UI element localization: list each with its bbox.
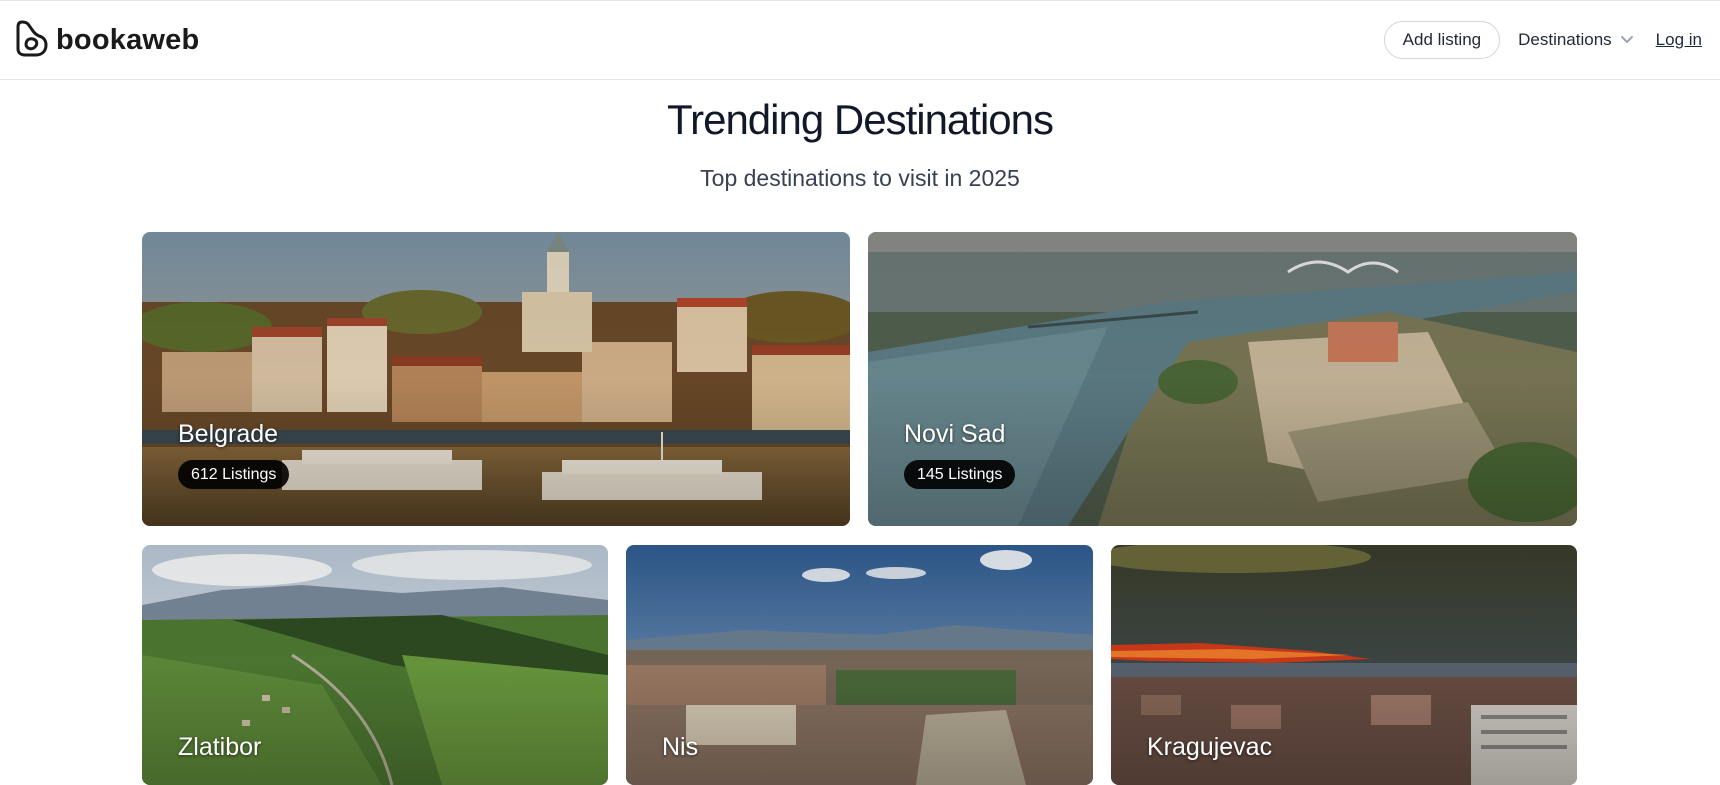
chevron-down-icon <box>1620 30 1634 50</box>
page-subtitle: Top destinations to visit in 2025 <box>700 165 1020 191</box>
city-name: Zlatibor <box>178 733 262 761</box>
city-name: Kragujevac <box>1147 733 1273 761</box>
brand-name: bookaweb <box>56 23 200 56</box>
city-name: Novi Sad <box>904 420 1006 448</box>
listings-badge: 612 Listings <box>178 460 290 489</box>
destination-card-nis[interactable]: Nis <box>626 545 1093 785</box>
bookaweb-logo-icon <box>16 19 48 62</box>
city-name: Nis <box>662 733 699 761</box>
destination-card-novi-sad[interactable]: Novi Sad 145 Listings <box>868 232 1577 526</box>
add-listing-button[interactable]: Add listing <box>1383 21 1501 59</box>
page-title: Trending Destinations <box>667 96 1054 143</box>
destinations-dropdown[interactable]: Destinations <box>1518 30 1634 50</box>
city-name: Belgrade <box>178 420 279 448</box>
header-nav: Add listing Destinations Log in <box>1383 21 1702 59</box>
login-link[interactable]: Log in <box>1656 30 1702 50</box>
destination-card-zlatibor[interactable]: Zlatibor <box>142 545 608 785</box>
destination-card-kragujevac[interactable]: Kragujevac <box>1111 545 1577 785</box>
destination-card-belgrade[interactable]: Belgrade 612 Listings <box>142 232 850 526</box>
brand-link[interactable]: bookaweb <box>16 19 199 62</box>
listings-badge: 145 Listings <box>904 460 1016 489</box>
destinations-label: Destinations <box>1518 30 1612 49</box>
top-navbar: bookaweb Add listing Destinations Log in <box>0 0 1720 80</box>
